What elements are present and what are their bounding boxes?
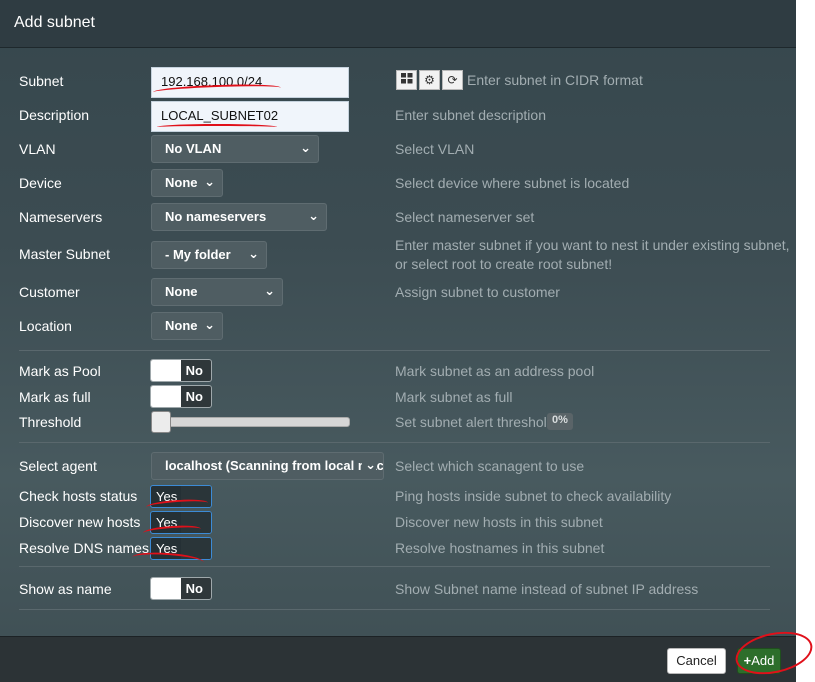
master-subnet-hint-line2: or select root to create root subnet! xyxy=(395,256,613,272)
master-subnet-select[interactable]: - My folder ⌄ xyxy=(151,241,267,269)
subnet-hint: Enter subnet in CIDR format xyxy=(467,72,643,88)
threshold-slider-handle[interactable] xyxy=(151,411,171,433)
mark-pool-value: No xyxy=(185,363,203,378)
customer-value: None xyxy=(165,284,198,299)
dialog-header: Add subnet xyxy=(0,0,796,48)
grid-icon[interactable] xyxy=(396,70,417,90)
device-label: Device xyxy=(19,175,62,191)
show-name-toggle[interactable]: No xyxy=(150,577,212,600)
check-hosts-hint: Ping hosts inside subnet to check availa… xyxy=(395,488,672,504)
customer-select[interactable]: None ⌄ xyxy=(151,278,283,306)
chevron-down-icon: ⌄ xyxy=(248,246,259,261)
description-hint: Enter subnet description xyxy=(395,107,546,123)
threshold-hint: Set subnet alert threshold xyxy=(395,414,555,430)
discover-hosts-hint: Discover new hosts in this subnet xyxy=(395,514,603,530)
location-value: None xyxy=(165,318,198,333)
location-label: Location xyxy=(19,318,72,334)
nameservers-select[interactable]: No nameservers ⌄ xyxy=(151,203,327,231)
agent-value: localhost (Scanning from local mach xyxy=(165,458,384,473)
device-value: None xyxy=(165,175,198,190)
section-divider xyxy=(19,442,770,443)
cogs-icon[interactable]: ⚙ xyxy=(419,70,440,90)
mark-full-label: Mark as full xyxy=(19,389,91,405)
nameservers-hint: Select nameserver set xyxy=(395,209,535,225)
chevron-down-icon: ⌄ xyxy=(264,283,275,298)
check-hosts-label: Check hosts status xyxy=(19,488,138,504)
vlan-select[interactable]: No VLAN ⌄ xyxy=(151,135,319,163)
description-label: Description xyxy=(19,107,90,123)
agent-select[interactable]: localhost (Scanning from local mach ⌄ xyxy=(151,452,384,480)
mark-pool-label: Mark as Pool xyxy=(19,363,101,379)
resolve-dns-hint: Resolve hostnames in this subnet xyxy=(395,540,605,556)
customer-label: Customer xyxy=(19,284,80,300)
master-subnet-hint-line1: Enter master subnet if you want to nest … xyxy=(395,237,790,253)
vlan-hint: Select VLAN xyxy=(395,141,475,157)
show-name-hint: Show Subnet name instead of subnet IP ad… xyxy=(395,581,699,597)
customer-hint: Assign subnet to customer xyxy=(395,284,560,300)
device-hint: Select device where subnet is located xyxy=(395,175,630,191)
location-select[interactable]: None ⌄ xyxy=(151,312,223,340)
mark-pool-hint: Mark subnet as an address pool xyxy=(395,363,595,379)
mark-pool-toggle[interactable]: No xyxy=(150,359,212,382)
chevron-down-icon: ⌄ xyxy=(308,208,319,223)
section-divider xyxy=(19,350,770,351)
nameservers-label: Nameservers xyxy=(19,209,103,225)
nameservers-value: No nameservers xyxy=(165,209,267,224)
resolve-dns-label: Resolve DNS names xyxy=(19,540,149,556)
dialog-title: Add subnet xyxy=(14,14,95,31)
threshold-value-badge: 0% xyxy=(547,413,573,430)
section-divider xyxy=(19,566,770,567)
section-divider xyxy=(19,609,770,610)
show-name-value: No xyxy=(185,581,203,596)
chevron-down-icon: ⌄ xyxy=(300,140,311,155)
chevron-down-icon: ⌄ xyxy=(204,317,215,332)
add-subnet-dialog: Add subnet Subnet 192.168.100.0/24 ⚙ ⟳ E… xyxy=(0,0,796,682)
threshold-label: Threshold xyxy=(19,414,82,430)
mark-full-toggle[interactable]: No xyxy=(150,385,212,408)
mark-full-hint: Mark subnet as full xyxy=(395,389,513,405)
vlan-value: No VLAN xyxy=(165,141,222,156)
chevron-down-icon: ⌄ xyxy=(362,457,376,473)
threshold-slider-track[interactable] xyxy=(151,417,350,427)
subnet-label: Subnet xyxy=(19,73,64,89)
master-subnet-value: - My folder xyxy=(165,247,231,262)
device-select[interactable]: None ⌄ xyxy=(151,169,223,197)
chevron-down-icon: ⌄ xyxy=(204,174,215,189)
annotation-underline-description xyxy=(157,124,277,130)
discover-hosts-label: Discover new hosts xyxy=(19,514,141,530)
cancel-button[interactable]: Cancel xyxy=(667,648,726,674)
mark-full-value: No xyxy=(185,389,203,404)
vlan-label: VLAN xyxy=(19,141,56,157)
refresh-icon[interactable]: ⟳ xyxy=(442,70,463,90)
agent-hint: Select which scanagent to use xyxy=(395,458,585,474)
show-name-label: Show as name xyxy=(19,581,112,597)
agent-label: Select agent xyxy=(19,458,97,474)
master-subnet-label: Master Subnet xyxy=(19,246,111,262)
